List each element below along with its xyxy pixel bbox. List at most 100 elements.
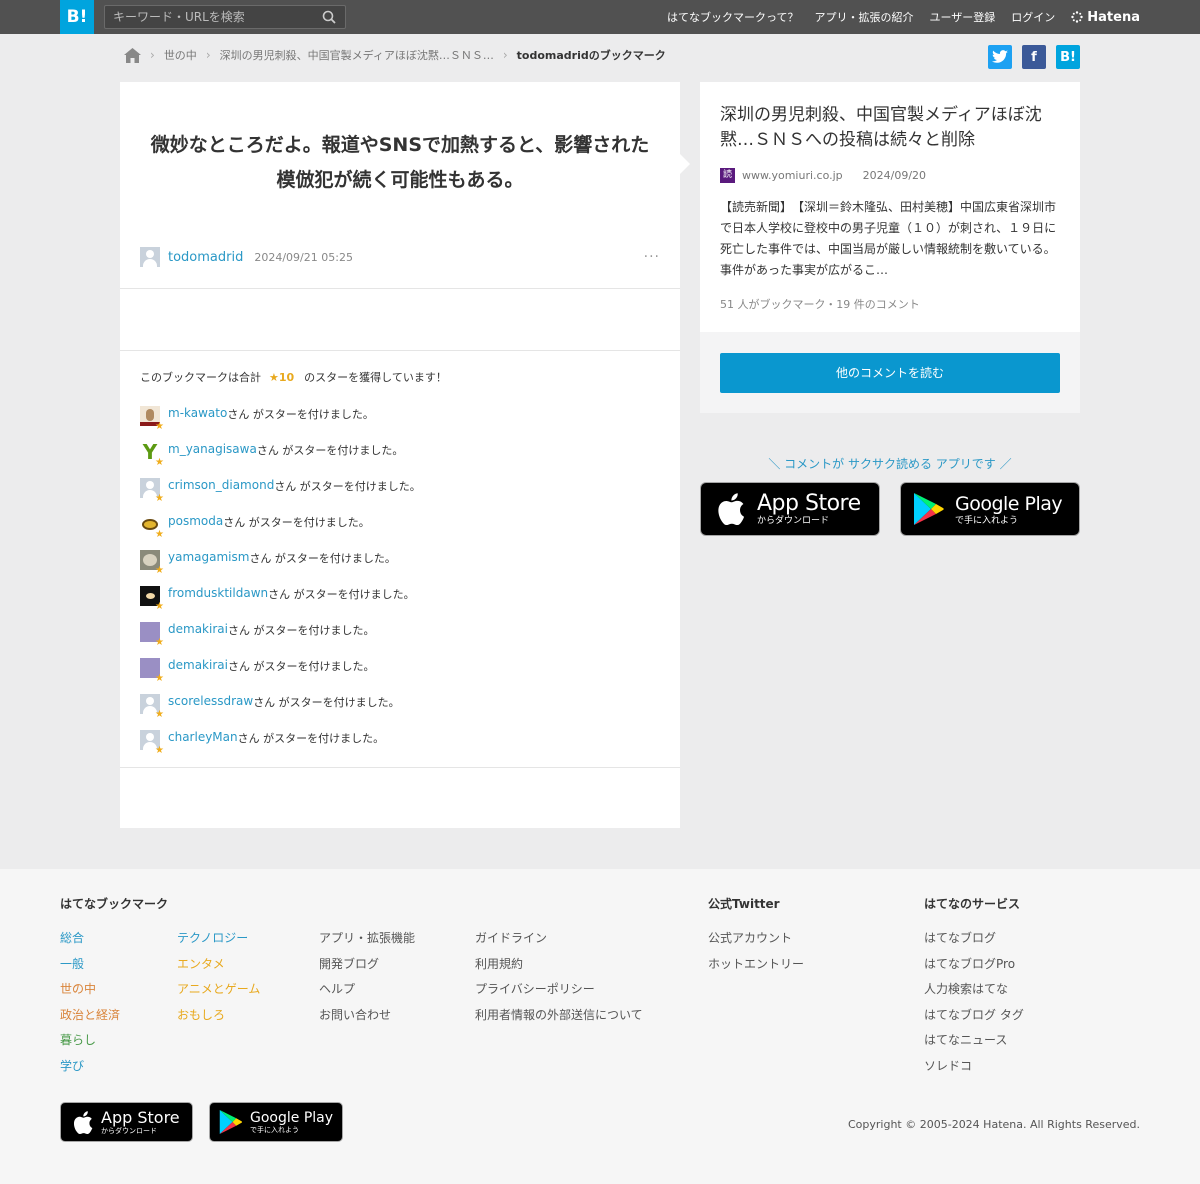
nav-about-link[interactable]: はてなブックマークって？ <box>667 9 798 25</box>
footer-link[interactable]: テクノロジー <box>177 926 260 952</box>
nav-login-link[interactable]: ログイン <box>1011 9 1055 25</box>
footer-link[interactable]: アニメとゲーム <box>177 977 260 1003</box>
star-giver-item: ★ charleyMan さん がスターを付けました。 <box>140 730 421 766</box>
footer-link[interactable]: 利用規約 <box>475 952 643 978</box>
footer-link[interactable]: エンタメ <box>177 952 260 978</box>
star-giver-avatar[interactable]: ★ <box>140 622 164 648</box>
footer-link[interactable]: 開発ブログ <box>319 952 415 978</box>
hatebu-share-button[interactable]: B! <box>1056 45 1080 69</box>
footer-link[interactable]: 総合 <box>60 926 120 952</box>
twitter-share-button[interactable] <box>988 45 1012 69</box>
footer-link[interactable]: 暮らし <box>60 1028 120 1054</box>
star-giver-avatar[interactable]: ★ <box>140 730 164 756</box>
star-giver-name[interactable]: yamagamism <box>168 550 249 564</box>
bookmark-counts[interactable]: 51 人がブックマーク・19 件のコメント <box>720 296 920 312</box>
footer-link[interactable]: 世の中 <box>60 977 120 1003</box>
footer-link[interactable]: はてなブログ <box>924 926 1024 952</box>
stars-suffix: のスターを獲得しています！ <box>304 371 447 384</box>
star-giver-name[interactable]: demakirai <box>168 622 228 636</box>
footer-link[interactable]: ホットエントリー <box>708 952 804 978</box>
footer-link[interactable]: アプリ・拡張機能 <box>319 926 415 952</box>
facebook-share-button[interactable]: f <box>1022 45 1046 69</box>
copyright: Copyright © 2005-2024 Hatena. All Rights… <box>847 1118 1140 1131</box>
footer-link[interactable]: プライバシーポリシー <box>475 977 643 1003</box>
footer-google-play-text: Google Play で手に入れよう <box>250 1110 333 1135</box>
footer-link[interactable]: 人力検索はてな <box>924 977 1024 1003</box>
read-other-comments-button[interactable]: 他のコメントを読む <box>720 353 1060 393</box>
star-giver-avatar[interactable]: ★ <box>140 478 164 504</box>
star-giver-name[interactable]: fromdusktildawn <box>168 586 268 600</box>
bookmark-card: 微妙なところだよ。報道やSNSで加熱すると、影響された模倣犯が続く可能性もある。… <box>120 82 690 828</box>
google-play-badge[interactable]: Google Play で手に入れよう <box>900 482 1080 536</box>
footer-link[interactable]: 一般 <box>60 952 120 978</box>
home-icon[interactable] <box>124 47 141 63</box>
more-options-icon[interactable]: ··· <box>644 249 660 265</box>
star-giver-avatar[interactable]: ★ <box>140 514 164 540</box>
footer-link[interactable]: ガイドライン <box>475 926 643 952</box>
footer-heading-twitter: 公式Twitter <box>708 897 780 911</box>
google-play-label: Google Play <box>250 1109 334 1126</box>
footer-link[interactable]: ヘルプ <box>319 977 415 1003</box>
star-giver-item: ★ crimson_diamond さん がスターを付けました。 <box>140 478 421 514</box>
footer-link[interactable]: はてなブログPro <box>924 952 1024 978</box>
google-play-sublabel: で手に入れよう <box>250 1125 299 1134</box>
star-giver-name[interactable]: posmoda <box>168 514 223 528</box>
article-title[interactable]: 深圳の男児刺殺、中国官製メディアほぼ沈黙…ＳＮＳへの投稿は続々と削除 <box>720 103 1065 153</box>
star-giver-name[interactable]: crimson_diamond <box>168 478 274 492</box>
footer-heading-services: はてなのサービス <box>924 897 1021 911</box>
footer-link[interactable]: はてなブログ タグ <box>924 1003 1024 1029</box>
breadcrumb-entry[interactable]: 深圳の男児刺殺、中国官製メディアほぼ沈黙…ＳＮＳ… <box>220 47 494 63</box>
footer-link[interactable]: 利用者情報の外部送信について <box>475 1003 643 1029</box>
star-giver-name[interactable]: m-kawato <box>168 406 227 420</box>
star-giver-avatar[interactable]: ★ <box>140 658 164 684</box>
star-icon: ★ <box>155 421 164 432</box>
hatena-link[interactable]: Hatena <box>1071 10 1140 25</box>
footer-app-store-badge[interactable]: App Store からダウンロード <box>60 1102 193 1142</box>
star-giver-avatar[interactable]: Y ★ <box>140 442 164 468</box>
star-giver-avatar[interactable]: ★ <box>140 406 164 432</box>
footer-link[interactable]: 学び <box>60 1054 120 1080</box>
star-icon: ★ <box>155 709 164 720</box>
star-action-text: さん がスターを付けました。 <box>227 408 374 421</box>
divider <box>120 288 680 289</box>
nav-register-link[interactable]: ユーザー登録 <box>930 9 996 25</box>
star-giver-name[interactable]: charleyMan <box>168 730 238 744</box>
chevron-right-icon: › <box>205 48 211 62</box>
star-giver-name[interactable]: m_yanagisawa <box>168 442 257 456</box>
footer-link[interactable]: おもしろ <box>177 1003 260 1029</box>
footer-link[interactable]: ソレドコ <box>924 1054 1024 1080</box>
star-giver-item: ★ demakirai さん がスターを付けました。 <box>140 622 421 658</box>
star-icon: ★ <box>155 745 164 756</box>
app-store-sublabel: からダウンロード <box>757 515 830 526</box>
star-giver-name[interactable]: scorelessdraw <box>168 694 253 708</box>
article-domain[interactable]: www.yomiuri.co.jp <box>742 169 843 182</box>
hatena-bookmark-logo[interactable]: B! <box>60 0 94 34</box>
footer-google-play-badge[interactable]: Google Play で手に入れよう <box>209 1102 343 1142</box>
footer-link[interactable]: 政治と経済 <box>60 1003 120 1029</box>
app-store-badge[interactable]: App Store からダウンロード <box>700 482 880 536</box>
share-buttons: f B! <box>978 45 1080 69</box>
user-name-link[interactable]: todomadrid <box>168 250 243 265</box>
twitter-bird-icon <box>992 50 1008 63</box>
footer-link[interactable]: お問い合わせ <box>319 1003 415 1029</box>
star-giver-avatar[interactable]: ★ <box>140 694 164 720</box>
footer-link[interactable]: 公式アカウント <box>708 926 804 952</box>
nav-apps-link[interactable]: アプリ・拡張の紹介 <box>815 9 914 25</box>
app-promo-text: ＼ コメントが サクサク読める アプリです ／ <box>768 457 1012 471</box>
breadcrumb-category[interactable]: 世の中 <box>164 47 197 63</box>
apple-icon <box>718 493 745 525</box>
search-input[interactable] <box>105 6 305 28</box>
search-icon[interactable] <box>322 10 336 24</box>
star-giver-avatar[interactable]: ★ <box>140 586 164 612</box>
star-giver-item: ★ yamagamism さん がスターを付けました。 <box>140 550 421 586</box>
star-icon: ★ <box>155 601 164 612</box>
star-giver-name[interactable]: demakirai <box>168 658 228 672</box>
star-giver-avatar[interactable]: ★ <box>140 550 164 576</box>
footer-link[interactable]: はてなニュース <box>924 1028 1024 1054</box>
star-icon: ★ <box>155 565 164 576</box>
hatena-mark-icon <box>1071 11 1083 23</box>
star-icon: ★ <box>155 673 164 684</box>
star-giver-item: ★ m-kawato さん がスターを付けました。 <box>140 406 421 442</box>
user-avatar[interactable] <box>140 247 160 267</box>
chevron-right-icon: › <box>150 48 155 62</box>
